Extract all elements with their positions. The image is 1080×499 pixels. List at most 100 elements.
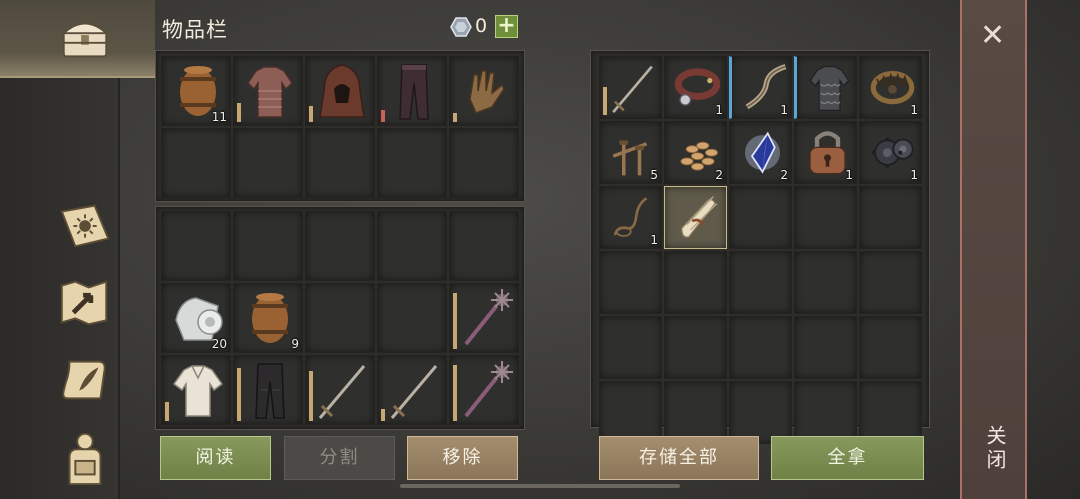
backpack-slot[interactable] bbox=[161, 355, 231, 425]
equipment-slot[interactable] bbox=[305, 56, 375, 126]
container-slot[interactable]: 1 bbox=[599, 186, 662, 249]
backpack-slot[interactable] bbox=[377, 283, 447, 353]
item-quantity: 20 bbox=[211, 337, 227, 351]
container-slot[interactable] bbox=[729, 186, 792, 249]
item-quantity: 2 bbox=[780, 168, 788, 182]
equipment-slot[interactable] bbox=[449, 56, 519, 126]
longsword-icon bbox=[390, 365, 438, 419]
durability-bar bbox=[309, 106, 313, 122]
container-slot[interactable]: 2 bbox=[664, 121, 727, 184]
remove-button[interactable]: 移除 bbox=[407, 436, 518, 480]
item-quantity: 2 bbox=[715, 168, 723, 182]
container-slot[interactable]: 1 bbox=[794, 121, 857, 184]
container-slot[interactable] bbox=[664, 381, 727, 444]
backpack-slot[interactable] bbox=[233, 355, 303, 425]
equipment-slot[interactable] bbox=[377, 56, 447, 126]
container-slot[interactable] bbox=[599, 56, 662, 119]
equipment-slot[interactable] bbox=[449, 128, 519, 198]
durability-bar bbox=[165, 402, 169, 421]
container-slot[interactable] bbox=[599, 381, 662, 444]
container-slot[interactable] bbox=[664, 251, 727, 314]
container-slot[interactable] bbox=[729, 381, 792, 444]
container-slot[interactable]: 1 bbox=[664, 56, 727, 119]
inventory-title: 物品栏 bbox=[162, 18, 228, 42]
leather-hood-icon bbox=[319, 64, 365, 118]
close-label[interactable]: 关闭 bbox=[980, 425, 1010, 473]
container-slot[interactable] bbox=[794, 186, 857, 249]
currency-count: 0 bbox=[475, 15, 488, 37]
container-slot[interactable] bbox=[794, 251, 857, 314]
container-slot[interactable]: 5 bbox=[599, 121, 662, 184]
container-slot[interactable] bbox=[859, 316, 922, 379]
chainmail-shirt-icon bbox=[247, 66, 293, 118]
container-slot[interactable] bbox=[859, 251, 922, 314]
durability-bar bbox=[237, 103, 241, 122]
durability-bar bbox=[453, 113, 457, 122]
container-slot[interactable] bbox=[729, 316, 792, 379]
longsword-icon bbox=[612, 65, 653, 113]
container-slot[interactable] bbox=[664, 186, 727, 249]
item-quantity: 1 bbox=[650, 233, 658, 247]
split-button[interactable]: 分割 bbox=[284, 436, 395, 480]
barrel-icon bbox=[252, 293, 288, 343]
item-quantity: 1 bbox=[845, 168, 853, 182]
backpack-slot[interactable] bbox=[377, 355, 447, 425]
backpack-slot[interactable] bbox=[449, 211, 519, 281]
container-slot[interactable] bbox=[859, 186, 922, 249]
container-slot[interactable]: 1 bbox=[729, 56, 792, 119]
spiked-mace-icon bbox=[464, 361, 513, 418]
map-arrow-icon[interactable] bbox=[52, 272, 118, 332]
close-icon[interactable]: ✕ bbox=[980, 18, 1005, 53]
durability-bar bbox=[453, 293, 457, 349]
item-quantity: 9 bbox=[291, 337, 299, 351]
read-button[interactable]: 阅读 bbox=[160, 436, 271, 480]
container-slot[interactable] bbox=[599, 316, 662, 379]
container-slot[interactable] bbox=[859, 381, 922, 444]
item-quantity: 5 bbox=[650, 168, 658, 182]
backpack-slot[interactable] bbox=[233, 211, 303, 281]
item-quantity: 1 bbox=[910, 168, 918, 182]
equipment-slot[interactable] bbox=[233, 56, 303, 126]
scale-armor-icon bbox=[809, 65, 850, 112]
backpack-slot[interactable] bbox=[161, 211, 231, 281]
store-all-button[interactable]: 存储全部 bbox=[599, 436, 759, 480]
container-slot[interactable] bbox=[664, 316, 727, 379]
container-slot[interactable]: 1 bbox=[859, 121, 922, 184]
backpack-slot[interactable]: 9 bbox=[233, 283, 303, 353]
character-backpack-icon[interactable] bbox=[52, 428, 118, 488]
container-slot[interactable] bbox=[794, 316, 857, 379]
spiked-mace-icon bbox=[464, 289, 513, 346]
scroll-quill-icon[interactable] bbox=[52, 350, 118, 410]
silver-gem-icon bbox=[450, 17, 472, 37]
durability-bar bbox=[309, 371, 313, 421]
chest-icon[interactable] bbox=[52, 8, 118, 68]
durability-bar bbox=[381, 409, 385, 421]
backpack-slot[interactable] bbox=[305, 283, 375, 353]
equipment-grid: 11 bbox=[161, 56, 519, 198]
equipment-slot[interactable] bbox=[161, 128, 231, 198]
take-all-button[interactable]: 全拿 bbox=[771, 436, 924, 480]
add-currency-button[interactable]: + bbox=[495, 15, 518, 38]
equipment-slot[interactable] bbox=[233, 128, 303, 198]
container-slot[interactable] bbox=[794, 381, 857, 444]
backpack-slot[interactable]: 20 bbox=[161, 283, 231, 353]
backpack-slot[interactable] bbox=[305, 211, 375, 281]
container-slot[interactable]: 2 bbox=[729, 121, 792, 184]
backpack-slot[interactable] bbox=[377, 211, 447, 281]
durability-bar bbox=[453, 365, 457, 421]
backpack-slot[interactable] bbox=[305, 355, 375, 425]
equipment-slot[interactable] bbox=[377, 128, 447, 198]
equipment-slot[interactable] bbox=[305, 128, 375, 198]
container-slot[interactable]: 1 bbox=[859, 56, 922, 119]
backpack-slot[interactable] bbox=[449, 283, 519, 353]
container-slot[interactable] bbox=[599, 251, 662, 314]
equipment-slot[interactable]: 11 bbox=[161, 56, 231, 126]
sun-tome-icon[interactable] bbox=[52, 196, 118, 256]
longsword-icon bbox=[318, 365, 366, 419]
item-quantity: 1 bbox=[715, 103, 723, 117]
backpack-grid: 20 9 bbox=[161, 211, 519, 425]
durability-bar bbox=[237, 368, 241, 421]
container-slot[interactable] bbox=[794, 56, 857, 119]
backpack-slot[interactable] bbox=[449, 355, 519, 425]
container-slot[interactable] bbox=[729, 251, 792, 314]
